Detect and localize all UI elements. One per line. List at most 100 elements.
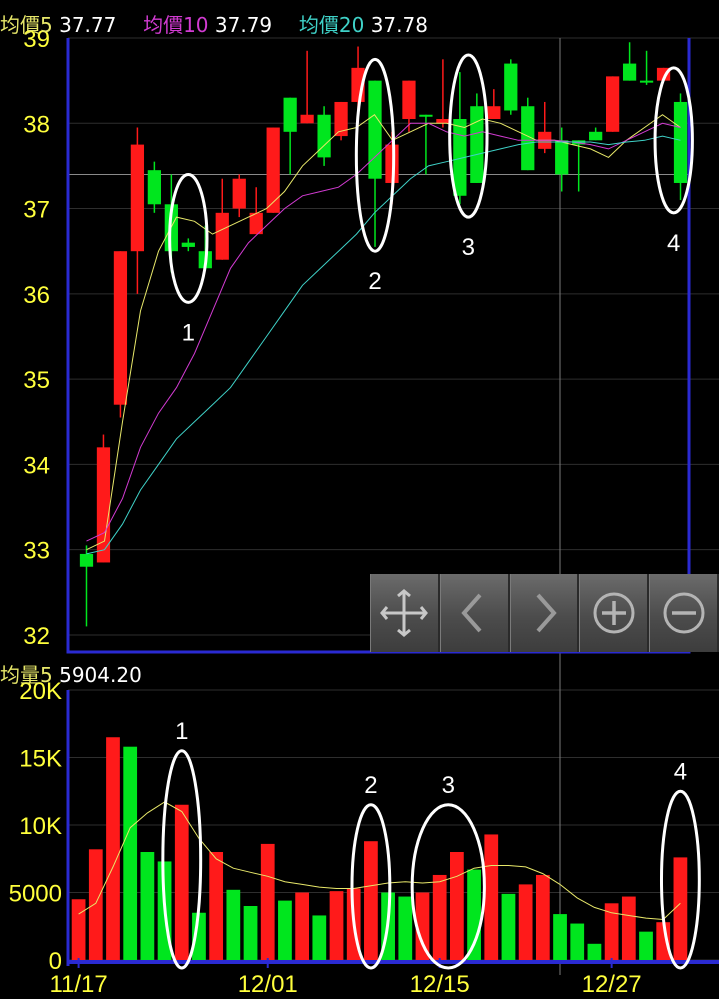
price-tick-label: 35 (23, 367, 50, 394)
volume-tick-label: 10K (19, 813, 62, 840)
price-tick-label: 37 (23, 197, 50, 224)
candle-body (113, 251, 128, 405)
volume-bar (295, 892, 310, 960)
volume-bar (364, 841, 378, 960)
volume-bar (518, 884, 533, 960)
price-ma-line (86, 135, 681, 555)
candle-body (402, 80, 416, 120)
volume-bar (106, 737, 120, 960)
volume-tick-label: 5000 (9, 881, 62, 908)
volume-bar (553, 914, 567, 960)
candle-body (504, 63, 518, 111)
price-tick-label: 38 (23, 111, 50, 138)
price-annotation-label: 4 (667, 230, 680, 257)
volume-bar (88, 849, 103, 960)
candle-body (79, 553, 94, 567)
price-tick-label: 33 (23, 538, 50, 565)
x-tick-label: 12/27 (582, 971, 642, 995)
volume-bar (140, 852, 155, 960)
price-tick-label: 36 (23, 282, 50, 309)
stock-chart-stage: 32 33 34 35 36 37 38 39 0 5000 10K 15K 20K 11/17 12/01… (0, 0, 719, 998)
volume-annotation-label: 1 (175, 718, 188, 745)
volume-tick-label: 15K (19, 746, 62, 773)
candle-body (317, 114, 331, 158)
price-ma-line (86, 122, 681, 542)
candle-body (470, 106, 484, 183)
volume-bar (398, 896, 413, 960)
price-legend: 均價5 37.77 均價10 37.79 均價20 37.78 (0, 9, 428, 38)
candle-body (487, 106, 501, 120)
volume-annotation-label: 3 (442, 772, 455, 799)
volume-bar (570, 923, 585, 960)
price-annotation-label: 2 (368, 268, 381, 295)
ma20-legend-value: 37.78 (370, 13, 428, 37)
zoom-in-icon (593, 592, 635, 634)
crosshair-icon (380, 589, 429, 637)
zoom-out-icon (663, 592, 705, 634)
x-tick-label: 12/01 (238, 971, 298, 995)
zoom-out-button[interactable] (649, 574, 719, 652)
x-tick-label: 12/15 (410, 971, 470, 995)
volume-annotation-label: 4 (674, 758, 687, 785)
candle-body (215, 212, 229, 260)
volume-bar (71, 899, 86, 960)
volume-bar (673, 857, 688, 960)
volume-bar (432, 874, 447, 960)
volume-bar (621, 896, 636, 960)
candle-body (673, 101, 688, 183)
volume-bar (501, 893, 516, 960)
volume-bar (243, 906, 258, 960)
price-tick-label: 32 (23, 623, 50, 650)
volume-bar (535, 874, 550, 960)
volume-bar (639, 931, 653, 960)
ma5-legend-label: 均價5 (0, 13, 53, 37)
price-tick-label: 34 (23, 452, 50, 479)
candle-body (181, 242, 195, 247)
chevron-left-icon (461, 593, 482, 633)
volume-bar (312, 915, 327, 960)
volume-ma5-label: 均量5 (0, 663, 53, 687)
candle-body (300, 114, 314, 124)
candle-body (283, 97, 297, 132)
price-ma-line (86, 114, 681, 551)
volume-legend: 均量5 5904.20 (0, 659, 142, 688)
chevron-right-icon (536, 593, 557, 633)
scroll-right-button[interactable] (509, 574, 580, 652)
candle-body (622, 63, 637, 81)
chart-toolbar (370, 574, 719, 652)
price-annotation-label: 3 (462, 234, 475, 261)
ma20-legend-label: 均價20 (298, 13, 365, 37)
ma10-legend-value: 37.79 (214, 13, 273, 37)
candle-body (368, 80, 382, 179)
volume-bar (484, 834, 499, 960)
candle-body (606, 76, 620, 132)
candle-body (266, 127, 280, 213)
candle-body (147, 170, 161, 205)
crosshair-button[interactable] (370, 574, 440, 652)
candle-body (419, 114, 433, 117)
price-annotation-label: 1 (182, 319, 195, 346)
volume-bar (278, 900, 292, 960)
volume-bar (226, 889, 241, 960)
volume-bar (209, 852, 224, 960)
zoom-in-button[interactable] (579, 574, 650, 652)
volume-bar (587, 943, 602, 960)
candle-body (589, 131, 603, 141)
stock-chart-svg[interactable]: 32333435363738390500010K15K20K11/17 12/01… (0, 0, 719, 998)
candle-body (639, 80, 654, 83)
volume-bar (449, 852, 464, 960)
scroll-left-button[interactable] (439, 574, 510, 652)
volume-bar (174, 804, 189, 960)
candle-body (555, 140, 569, 175)
volume-bar (123, 746, 138, 960)
volume-ma5-value: 5904.20 (59, 663, 142, 687)
volume-bar (329, 891, 344, 960)
ma10-legend-label: 均價10 (143, 13, 209, 37)
candle-body (436, 119, 450, 124)
volume-annotation-label: 2 (364, 772, 377, 799)
x-tick-label: 11/17 (49, 971, 107, 995)
candle-body (232, 178, 246, 209)
ma5-legend-value: 37.77 (59, 13, 117, 37)
candle-body (130, 144, 145, 252)
volume-bar (260, 843, 275, 960)
